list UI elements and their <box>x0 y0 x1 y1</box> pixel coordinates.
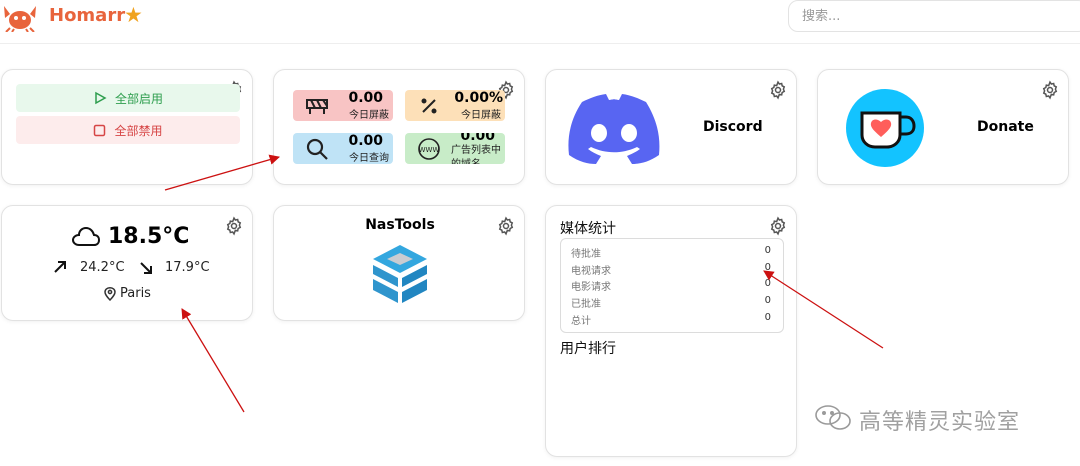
annotation-arrow <box>164 154 280 191</box>
watermark-text: 高等精灵实验室 <box>859 410 1021 435</box>
annotation-arrow <box>181 308 245 413</box>
annotation-arrows <box>164 154 884 413</box>
annotation-arrow <box>763 270 884 349</box>
wechat-icon <box>815 405 851 430</box>
